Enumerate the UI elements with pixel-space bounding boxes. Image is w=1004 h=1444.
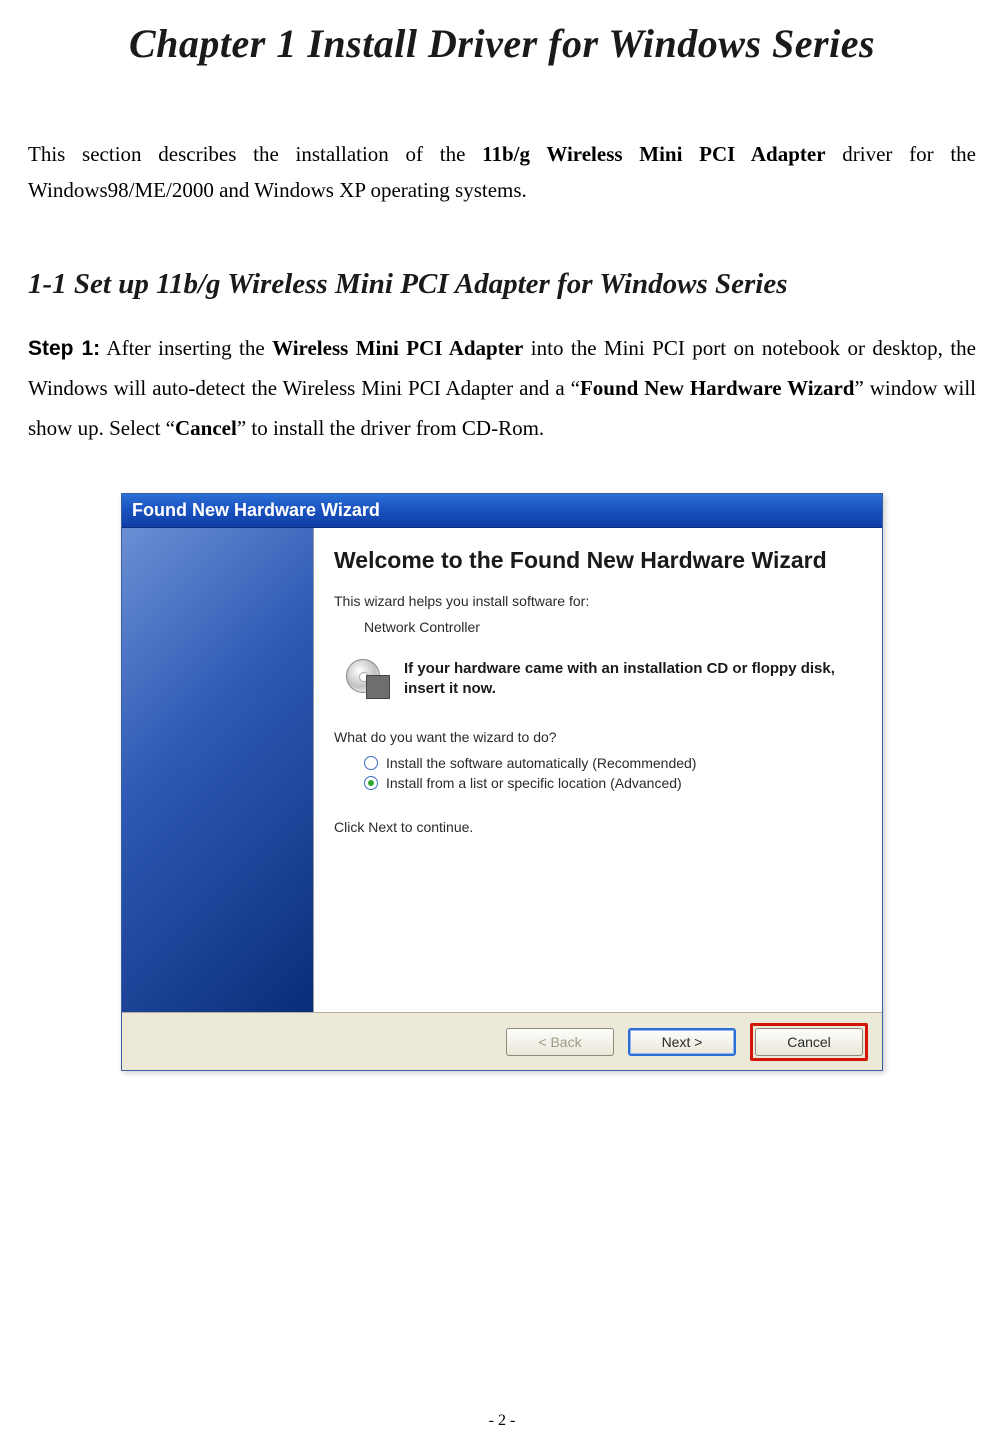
found-new-hardware-wizard-window: Found New Hardware Wizard Welcome to the… <box>121 493 883 1071</box>
step-1-b3: Cancel <box>175 416 237 440</box>
cancel-highlight-box: Cancel <box>750 1023 868 1061</box>
step-1: Step 1: After inserting the Wireless Min… <box>28 329 976 449</box>
intro-paragraph: This section describes the installation … <box>28 137 976 208</box>
wizard-device-name: Network Controller <box>364 619 860 635</box>
window-title: Found New Hardware Wizard <box>132 500 380 521</box>
cancel-button[interactable]: Cancel <box>755 1028 863 1056</box>
section-title: 1-1 Set up 11b/g Wireless Mini PCI Adapt… <box>28 268 976 301</box>
wizard-button-bar: < Back Next > Cancel <box>122 1012 882 1070</box>
back-button: < Back <box>506 1028 614 1056</box>
cd-floppy-icon <box>346 659 390 699</box>
radio-icon <box>364 776 378 790</box>
step-1-b1: Wireless Mini PCI Adapter <box>272 336 523 360</box>
wizard-helps-text: This wizard helps you install software f… <box>334 593 860 609</box>
page-number: - 2 - <box>0 1412 1004 1430</box>
wizard-prompt: What do you want the wizard to do? <box>334 729 860 745</box>
radio-label-advanced: Install from a list or specific location… <box>386 775 682 791</box>
radio-label-automatic: Install the software automatically (Reco… <box>386 755 696 771</box>
next-button[interactable]: Next > <box>628 1028 736 1056</box>
wizard-cd-instruction: If your hardware came with an installati… <box>404 659 860 700</box>
wizard-heading: Welcome to the Found New Hardware Wizard <box>334 546 860 575</box>
window-titlebar[interactable]: Found New Hardware Wizard <box>122 494 882 528</box>
step-1-b2: Found New Hardware Wizard <box>580 376 855 400</box>
step-1-t4: ” to install the driver from CD-Rom. <box>237 416 544 440</box>
wizard-sidebar-graphic <box>122 528 314 1012</box>
radio-option-advanced[interactable]: Install from a list or specific location… <box>364 775 860 791</box>
step-1-t1: After inserting the <box>100 336 272 360</box>
radio-icon <box>364 756 378 770</box>
intro-pre: This section describes the installation … <box>28 142 482 166</box>
intro-bold: 11b/g Wireless Mini PCI Adapter <box>482 142 825 166</box>
radio-option-automatic[interactable]: Install the software automatically (Reco… <box>364 755 860 771</box>
wizard-continue-text: Click Next to continue. <box>334 819 860 835</box>
step-1-label: Step 1: <box>28 337 100 360</box>
chapter-title: Chapter 1 Install Driver for Windows Ser… <box>28 20 976 67</box>
